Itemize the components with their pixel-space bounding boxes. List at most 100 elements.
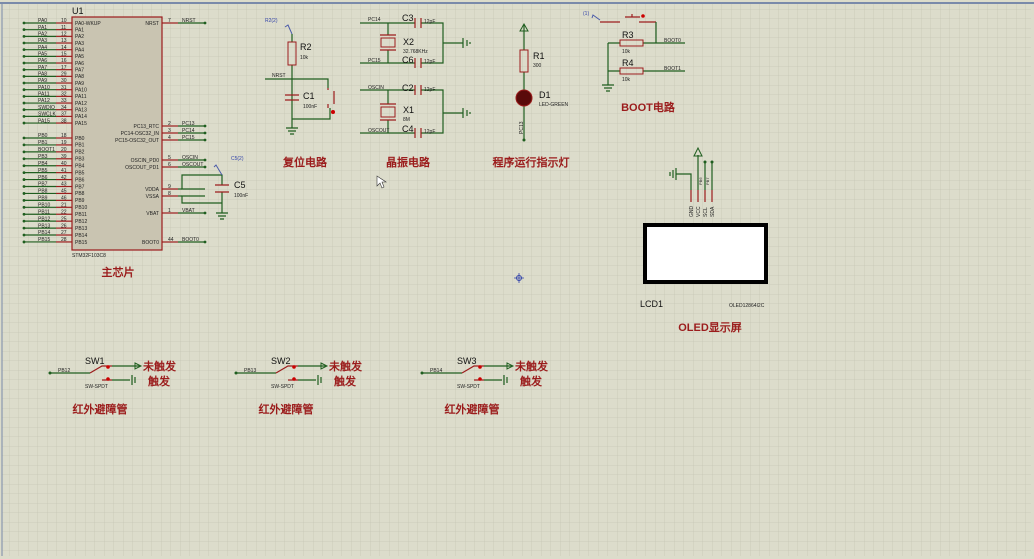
terminal[interactable] (22, 34, 26, 38)
pin-name: PA6 (75, 61, 84, 67)
net-label: PA9 (38, 78, 47, 84)
button-handle[interactable] (641, 14, 645, 18)
net-label: PA2 (38, 32, 47, 38)
terminal[interactable] (203, 124, 207, 128)
pin-number: 34 (61, 105, 67, 111)
terminal[interactable] (22, 114, 26, 118)
switch-part: SW-SPDT (85, 384, 108, 390)
terminal[interactable] (234, 371, 238, 375)
terminal[interactable] (22, 212, 26, 216)
terminal[interactable] (203, 21, 207, 25)
pin-name: PB7 (75, 184, 85, 190)
terminal[interactable] (22, 108, 26, 112)
terminal[interactable] (22, 150, 26, 154)
pin-number: 28 (61, 237, 67, 243)
pin-number: 7 (168, 18, 171, 24)
switch-handle[interactable] (478, 377, 482, 381)
net-label: PC15 (182, 135, 195, 141)
terminal[interactable] (22, 185, 26, 188)
terminal[interactable] (22, 48, 26, 52)
net-label: PB1 (38, 140, 48, 146)
terminal[interactable] (22, 157, 26, 161)
net-label: PA4 (38, 45, 47, 51)
net-label: PA8 (38, 72, 47, 78)
terminal[interactable] (22, 94, 26, 98)
terminal[interactable] (22, 21, 26, 25)
terminal[interactable] (22, 226, 26, 230)
terminal[interactable] (203, 138, 207, 142)
terminal[interactable] (22, 192, 26, 195)
net-label: BOOT0 (182, 237, 199, 243)
terminal[interactable] (22, 219, 26, 223)
pin-name: PC13_RTC (134, 124, 160, 130)
pin-number: 2 (168, 121, 171, 127)
pin-number: 45 (61, 189, 67, 195)
terminal[interactable] (22, 68, 26, 72)
terminal[interactable] (22, 233, 26, 237)
terminal (703, 160, 707, 164)
switch-handle[interactable] (292, 377, 296, 381)
x2-ref: X2 (403, 37, 414, 47)
terminal[interactable] (22, 121, 26, 125)
terminal[interactable] (22, 28, 26, 32)
terminal[interactable] (22, 41, 26, 45)
state-untriggered: 未触发 (328, 359, 363, 373)
pin-name: PA10 (75, 88, 87, 94)
c4-value: 12pF (424, 129, 435, 135)
pin-name: PB6 (75, 177, 85, 183)
terminal[interactable] (420, 371, 424, 375)
terminal[interactable] (22, 164, 26, 168)
terminal[interactable] (203, 211, 207, 215)
terminal[interactable] (203, 240, 207, 244)
pin-name: PA5 (75, 54, 84, 60)
c6-ref: C6 (402, 55, 414, 65)
pin-name: PA2 (75, 34, 84, 40)
terminal[interactable] (203, 165, 207, 169)
net-label: PB3 (38, 154, 48, 160)
net-label: PB4 (38, 161, 48, 167)
terminal[interactable] (22, 171, 26, 175)
terminal[interactable] (22, 88, 26, 92)
pin-name: PB1 (75, 143, 85, 149)
pin-number: 39 (61, 154, 67, 160)
terminal[interactable] (22, 143, 26, 147)
net-label: PB9 (38, 196, 48, 202)
pin-name: PB14 (75, 233, 87, 239)
terminal[interactable] (203, 158, 207, 162)
switch-handle[interactable] (106, 365, 110, 369)
pin-number: 37 (61, 112, 67, 118)
terminal (710, 160, 714, 164)
switch-handle[interactable] (478, 365, 482, 369)
pin-number: 17 (61, 65, 67, 71)
terminal[interactable] (22, 240, 26, 244)
switch-handle[interactable] (106, 377, 110, 381)
net-label: PB8 (38, 189, 48, 195)
terminal[interactable] (22, 205, 26, 209)
terminal[interactable] (22, 198, 26, 202)
terminal[interactable] (22, 81, 26, 85)
button-handle[interactable] (331, 110, 335, 114)
terminal[interactable] (22, 136, 26, 140)
terminal[interactable] (203, 131, 207, 135)
switch-part: SW-SPDT (457, 384, 480, 390)
terminal[interactable] (22, 178, 26, 181)
net-label: PB0 (38, 133, 48, 139)
switch-net: PB13 (244, 368, 256, 374)
state-triggered: 触发 (333, 374, 357, 388)
net-label: OSCIN (182, 155, 198, 161)
oled-title: OLED显示屏 (678, 321, 742, 334)
switch-handle[interactable] (292, 365, 296, 369)
pin-name: PA4 (75, 47, 84, 53)
schematic-canvas[interactable]: U1 STM32F103C8 PA0 10 PA0-WKUPPA1 11 PA1PA2 1… (0, 0, 1034, 559)
terminal[interactable] (22, 61, 26, 65)
pin-number: 43 (61, 182, 67, 188)
pin-number: 26 (61, 223, 67, 229)
c1-ref: C1 (303, 91, 315, 101)
terminal[interactable] (22, 101, 26, 105)
net-label: PA1 (38, 25, 47, 31)
d1-led[interactable] (515, 89, 533, 107)
terminal[interactable] (48, 371, 52, 375)
c5-probe: C5(2) (231, 156, 244, 162)
terminal[interactable] (22, 54, 26, 58)
terminal[interactable] (22, 74, 26, 78)
